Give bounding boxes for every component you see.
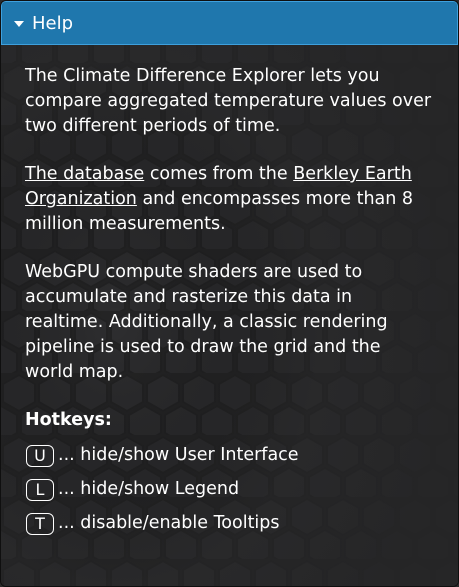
- database-link[interactable]: The database: [25, 164, 144, 184]
- caret-down-icon: [14, 21, 24, 27]
- hotkey-row-u: U ... hide/show User Interface: [25, 443, 434, 468]
- hotkeys-heading: Hotkeys:: [25, 410, 112, 430]
- help-title: Help: [32, 12, 74, 34]
- webgpu-paragraph: WebGPU compute shaders are used to accum…: [25, 262, 388, 382]
- hotkey-row-l: L ... hide/show Legend: [25, 477, 434, 502]
- hotkey-key: T: [26, 512, 54, 535]
- hotkey-key: L: [26, 478, 54, 501]
- hotkey-description: ... hide/show Legend: [58, 479, 240, 499]
- intro-paragraph: The Climate Difference Explorer lets you…: [25, 66, 432, 136]
- hotkey-description: ... hide/show User Interface: [58, 445, 299, 465]
- hotkey-row-t: T ... disable/enable Tooltips: [25, 511, 434, 536]
- hotkey-key: U: [26, 444, 54, 467]
- hotkey-description: ... disable/enable Tooltips: [58, 513, 280, 533]
- help-panel: Help The Climate Difference Explorer let…: [0, 0, 459, 587]
- database-text-mid: comes from the: [144, 164, 294, 184]
- database-paragraph: The database comes from the Berkley Eart…: [25, 162, 434, 237]
- help-content: The Climate Difference Explorer lets you…: [1, 45, 458, 536]
- help-header-toggle[interactable]: Help: [1, 1, 458, 45]
